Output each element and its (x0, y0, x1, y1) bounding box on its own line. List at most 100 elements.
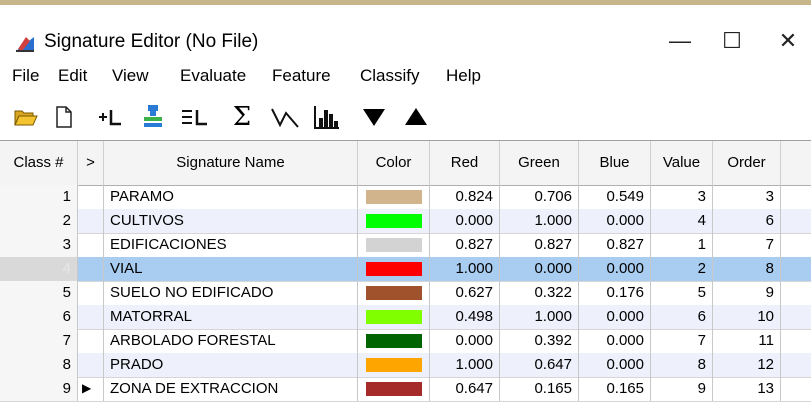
cell-value[interactable]: 7 (651, 329, 713, 353)
table-row[interactable]: 4 VIAL 1.000 0.000 0.000 2 8 (0, 257, 811, 282)
table-row[interactable]: 6 MATORRAL 0.498 1.000 0.000 6 10 (0, 305, 811, 330)
menu-evaluate[interactable]: Evaluate (180, 66, 246, 86)
cell-value[interactable]: 2 (651, 257, 713, 281)
color-swatch[interactable] (366, 238, 422, 252)
title-bar[interactable]: Signature Editor (No File) — ☐ ✕ (0, 5, 811, 63)
color-swatch[interactable] (366, 214, 422, 228)
cell-blue[interactable]: 0.000 (579, 305, 651, 329)
table-row[interactable]: 2 CULTIVOS 0.000 1.000 0.000 4 6 (0, 209, 811, 234)
cell-red[interactable]: 1.000 (430, 353, 500, 377)
cell-order[interactable]: 3 (713, 185, 781, 209)
col-header-current[interactable]: > (78, 141, 104, 185)
cell-value[interactable]: 9 (651, 377, 713, 401)
table-row[interactable]: 5 SUELO NO EDIFICADO 0.627 0.322 0.176 5 9 (0, 281, 811, 306)
col-header-blue[interactable]: Blue (579, 141, 651, 185)
cell-order[interactable]: 10 (713, 305, 781, 329)
cell-red[interactable]: 0.824 (430, 185, 500, 209)
color-swatch[interactable] (366, 334, 422, 348)
cell-signature-name[interactable]: ZONA DE EXTRACCION (104, 377, 358, 401)
cell-current-marker[interactable] (78, 281, 104, 305)
menu-view[interactable]: View (112, 66, 149, 86)
cell-blue[interactable]: 0.827 (579, 233, 651, 257)
cell-green[interactable]: 0.000 (500, 257, 579, 281)
table-row[interactable]: 3 EDIFICACIONES 0.827 0.827 0.827 1 7 (0, 233, 811, 258)
histograms-button[interactable] (310, 102, 344, 132)
move-up-button[interactable] (398, 102, 434, 132)
replace-signature-button[interactable] (136, 102, 170, 132)
cell-class-number[interactable]: 8 (0, 353, 78, 377)
color-swatch[interactable] (366, 262, 422, 276)
cell-class-number[interactable]: 4 (0, 257, 78, 281)
cell-value[interactable]: 3 (651, 185, 713, 209)
cell-current-marker[interactable] (78, 185, 104, 209)
menu-file[interactable]: File (12, 66, 39, 86)
cell-green[interactable]: 0.647 (500, 353, 579, 377)
col-header-order[interactable]: Order (713, 141, 781, 185)
color-swatch[interactable] (366, 382, 422, 396)
cell-signature-name[interactable]: VIAL (104, 257, 358, 281)
add-signature-button[interactable] (94, 102, 128, 132)
cell-green[interactable]: 1.000 (500, 209, 579, 233)
cell-red[interactable]: 0.627 (430, 281, 500, 305)
cell-blue[interactable]: 0.000 (579, 209, 651, 233)
merge-signatures-button[interactable] (178, 102, 212, 132)
cell-class-number[interactable]: 9 (0, 377, 78, 401)
cell-green[interactable]: 0.827 (500, 233, 579, 257)
menu-feature[interactable]: Feature (272, 66, 331, 86)
cell-order[interactable]: 7 (713, 233, 781, 257)
cell-blue[interactable]: 0.176 (579, 281, 651, 305)
move-down-button[interactable] (356, 102, 392, 132)
cell-value[interactable]: 8 (651, 353, 713, 377)
cell-order[interactable]: 8 (713, 257, 781, 281)
cell-value[interactable]: 1 (651, 233, 713, 257)
cell-red[interactable]: 0.498 (430, 305, 500, 329)
cell-order[interactable]: 9 (713, 281, 781, 305)
cell-current-marker[interactable]: ▶ (78, 377, 104, 401)
cell-signature-name[interactable]: MATORRAL (104, 305, 358, 329)
cell-color[interactable] (358, 281, 430, 305)
mean-plots-button[interactable] (268, 102, 302, 132)
cell-order[interactable]: 6 (713, 209, 781, 233)
table-row[interactable]: 7 ARBOLADO FORESTAL 0.000 0.392 0.000 7 11 (0, 329, 811, 354)
cell-value[interactable]: 6 (651, 305, 713, 329)
cell-current-marker[interactable] (78, 353, 104, 377)
cell-signature-name[interactable]: ARBOLADO FORESTAL (104, 329, 358, 353)
col-header-red[interactable]: Red (430, 141, 500, 185)
cell-class-number[interactable]: 5 (0, 281, 78, 305)
table-row[interactable]: 9 ▶ ZONA DE EXTRACCION 0.647 0.165 0.165 9 13 (0, 377, 811, 402)
cell-class-number[interactable]: 3 (0, 233, 78, 257)
cell-color[interactable] (358, 329, 430, 353)
cell-blue[interactable]: 0.000 (579, 353, 651, 377)
cell-class-number[interactable]: 6 (0, 305, 78, 329)
table-row[interactable]: 8 PRADO 1.000 0.647 0.000 8 12 (0, 353, 811, 378)
close-button[interactable]: ✕ (768, 23, 808, 59)
maximize-button[interactable]: ☐ (712, 23, 752, 59)
color-swatch[interactable] (366, 190, 422, 204)
minimize-button[interactable]: — (660, 23, 700, 59)
cell-order[interactable]: 11 (713, 329, 781, 353)
cell-current-marker[interactable] (78, 209, 104, 233)
cell-class-number[interactable]: 1 (0, 185, 78, 209)
cell-signature-name[interactable]: EDIFICACIONES (104, 233, 358, 257)
cell-value[interactable]: 4 (651, 209, 713, 233)
col-header-value[interactable]: Value (651, 141, 713, 185)
cell-signature-name[interactable]: PRADO (104, 353, 358, 377)
cell-signature-name[interactable]: SUELO NO EDIFICADO (104, 281, 358, 305)
cell-green[interactable]: 0.706 (500, 185, 579, 209)
cell-red[interactable]: 0.827 (430, 233, 500, 257)
cell-green[interactable]: 0.165 (500, 377, 579, 401)
cell-red[interactable]: 1.000 (430, 257, 500, 281)
cell-class-number[interactable]: 7 (0, 329, 78, 353)
cell-value[interactable]: 5 (651, 281, 713, 305)
menu-help[interactable]: Help (446, 66, 481, 86)
cell-green[interactable]: 0.392 (500, 329, 579, 353)
col-header-class[interactable]: Class # (0, 141, 78, 185)
menu-classify[interactable]: Classify (360, 66, 420, 86)
open-file-button[interactable] (10, 102, 42, 132)
cell-signature-name[interactable]: CULTIVOS (104, 209, 358, 233)
table-row[interactable]: 1 PARAMO 0.824 0.706 0.549 3 3 (0, 185, 811, 210)
cell-color[interactable] (358, 233, 430, 257)
new-file-button[interactable] (48, 102, 80, 132)
cell-color[interactable] (358, 209, 430, 233)
statistics-button[interactable]: Σ (226, 102, 258, 132)
